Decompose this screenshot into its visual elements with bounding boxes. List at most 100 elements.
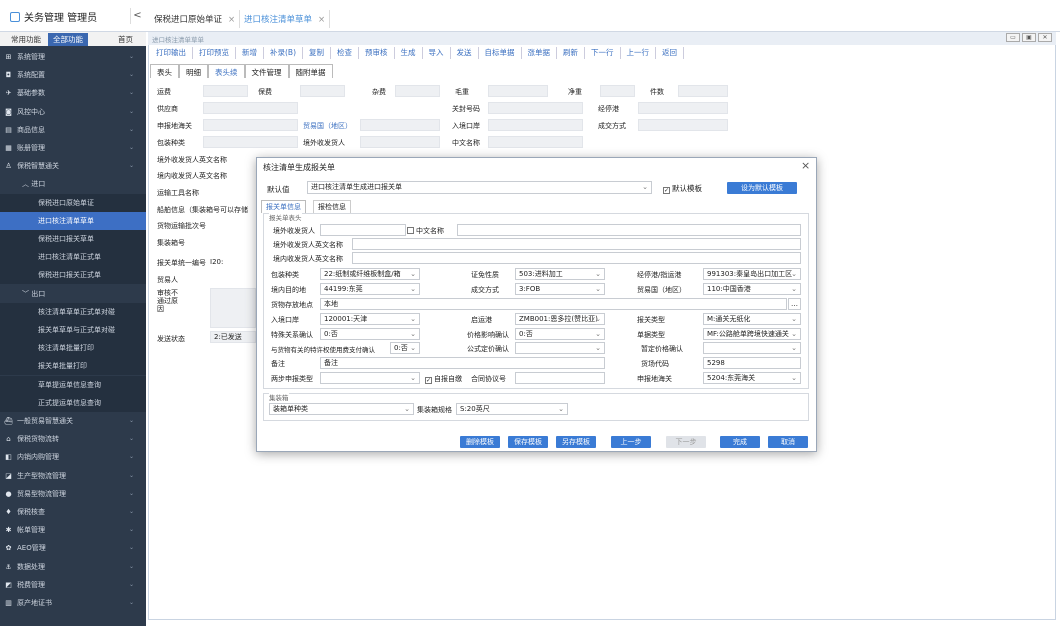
save-template-button[interactable]: 保存模板 [508, 436, 548, 448]
toolbar-button[interactable]: 生成 [395, 47, 423, 59]
sidebar-subitem[interactable]: 保税进口报关正式单 [0, 266, 146, 285]
decl-type-select[interactable]: M:通关无纸化 ⌄ [703, 313, 801, 325]
depart-select[interactable]: ZMB001:恩多拉(赞比亚) ⌄ [515, 313, 605, 325]
sidebar-subitem[interactable]: 正式提运单信息查询 [0, 393, 146, 412]
pieces-field[interactable] [678, 85, 728, 97]
tab-common[interactable]: 常用功能 [6, 33, 46, 46]
sidebar-item[interactable]: ✿ AEO管理 ⌄ [0, 539, 146, 557]
port-select[interactable]: 120001:天津 ⌄ [320, 313, 420, 325]
cn-name-checkbox[interactable]: 中文名称 [407, 226, 444, 236]
sidebar-item[interactable]: ⌂ 保税货物流转 ⌄ [0, 430, 146, 448]
price-select[interactable]: 0:否 ⌄ [515, 328, 605, 340]
net-field[interactable] [600, 85, 635, 97]
prev-step-button[interactable]: 上一步 [611, 436, 651, 448]
storage-field[interactable]: 本地 [320, 298, 787, 310]
decl-customs-field[interactable] [203, 119, 298, 131]
sidebar-group-export[interactable]: ﹀ 出口 [0, 285, 146, 303]
stop-port-field[interactable] [638, 102, 728, 114]
sidebar-item[interactable]: ◩ 税费管理 ⌄ [0, 576, 146, 594]
sidebar-item[interactable]: ♙ 保税智慧通关 ⌄ [0, 157, 146, 175]
sidebar-subitem[interactable]: 进口核注清单草单 [0, 211, 146, 230]
overseas-en-field[interactable] [352, 238, 801, 250]
trade-country-select[interactable]: 110:中国香港 ⌄ [703, 283, 801, 295]
sidebar-subitem[interactable]: 核注清单草单正式单对碰 [0, 302, 146, 321]
goods-code-field[interactable]: 5298 [703, 357, 801, 369]
sidebar-subitem[interactable]: 草单提运单信息查询 [0, 375, 146, 394]
overseas-consignor-field[interactable] [360, 136, 440, 148]
pack-type-field[interactable] [203, 136, 298, 148]
form-tab[interactable]: 随附单据 [288, 64, 333, 78]
sidebar-subitem[interactable]: 进口核注清单正式单 [0, 248, 146, 267]
toolbar-button[interactable]: 检查 [331, 47, 359, 59]
minimize-icon[interactable]: ▭ [1006, 33, 1020, 42]
save-as-template-button[interactable]: 另存模板 [556, 436, 596, 448]
sidebar-item[interactable]: ⊞ 系统管理 ⌄ [0, 48, 146, 66]
set-default-button[interactable]: 设为默认模板 [727, 182, 797, 194]
misc-field[interactable] [395, 85, 440, 97]
tab-all[interactable]: 全部功能 [48, 32, 88, 46]
toolbar-button[interactable]: 返回 [656, 47, 684, 59]
sidebar-item[interactable]: ⚓ 数据处理 ⌄ [0, 558, 146, 576]
send-status-field[interactable]: 2:已发送 [210, 331, 256, 343]
cn-name-field[interactable] [457, 224, 801, 236]
toolbar-button[interactable]: 新增 [236, 47, 264, 59]
delete-template-button[interactable]: 删除模板 [460, 436, 500, 448]
close-icon[interactable]: × [228, 15, 235, 25]
next-step-button[interactable]: 下一步 [666, 436, 706, 448]
deal-select[interactable]: 3:FOB ⌄ [515, 283, 605, 295]
sidebar-subitem[interactable]: 报关单草单与正式单对碰 [0, 321, 146, 339]
tab-original-docs[interactable]: 保税进口原始单证 × [150, 10, 241, 28]
cn-name-field[interactable] [488, 136, 583, 148]
sidebar-subitem[interactable]: 保税进口原始单证 [0, 193, 146, 212]
toolbar-button[interactable]: 上一行 [621, 47, 656, 59]
container-spec-select[interactable]: S:20英尺 ⌄ [456, 403, 568, 415]
collapse-sidebar-button[interactable]: < [130, 8, 144, 24]
sidebar-item[interactable]: ✈ 基础参数 ⌄ [0, 84, 146, 102]
close-window-icon[interactable]: ✕ [1038, 33, 1052, 42]
toolbar-button[interactable]: 补录(B) [264, 47, 303, 59]
contract-field[interactable] [515, 372, 605, 384]
toolbar-button[interactable]: 刷新 [557, 47, 585, 59]
customs-no-field[interactable] [488, 102, 583, 114]
sidebar-item[interactable]: ▦ 账册管理 ⌄ [0, 139, 146, 157]
sidebar-item[interactable]: ◧ 内销内购管理 ⌄ [0, 448, 146, 466]
deal-mode-field[interactable] [638, 119, 728, 131]
remark-field[interactable]: 备注 [320, 357, 605, 369]
special-select[interactable]: 0:否 ⌄ [320, 328, 420, 340]
sidebar-subitem[interactable]: 报关单批量打印 [0, 357, 146, 376]
sidebar-item[interactable]: ▥ 原产地证书 ⌄ [0, 594, 146, 612]
domestic-en-field[interactable] [352, 252, 801, 264]
form-tab[interactable]: 明细 [179, 64, 208, 78]
tab-draft-list[interactable]: 进口核注清单草单 × [240, 10, 331, 28]
self-check-checkbox[interactable]: ✓ 自报自缴 [425, 374, 462, 384]
form-tab[interactable]: 表头续 [208, 64, 245, 78]
form-type-select[interactable]: MF:公路舱单跨境快速通关 ⌄ [703, 328, 801, 340]
pack-type-select[interactable]: 22:纸制或纤维板制盒/箱 ⌄ [320, 268, 420, 280]
toolbar-button[interactable]: 打印预览 [193, 47, 236, 59]
decl-customs-select[interactable]: 5204:东莞海关 ⌄ [703, 372, 801, 384]
default-select[interactable]: 进口核注清单生成进口报关单 ⌄ [307, 181, 652, 194]
royalty-select[interactable]: 0:否 ⌄ [390, 342, 420, 354]
toolbar-button[interactable]: 下一行 [585, 47, 621, 59]
sidebar-subitem[interactable]: 保税进口报关草单 [0, 230, 146, 248]
toolbar-button[interactable]: 打印输出 [150, 47, 193, 59]
insurance-field[interactable] [300, 85, 345, 97]
dest-select[interactable]: 44199:东莞 ⌄ [320, 283, 420, 295]
sidebar-item[interactable]: ◘ 系统配置 ⌄ [0, 66, 146, 84]
sidebar-item[interactable]: ♦ 保税核查 ⌄ [0, 503, 146, 521]
sidebar-item[interactable]: ⛴ 一般贸易智慧通关 ⌄ [0, 412, 146, 430]
form-tab[interactable]: 文件管理 [244, 64, 289, 78]
default-template-checkbox[interactable]: ✓ 默认模板 [663, 183, 702, 194]
sidebar-group-import[interactable]: ︿ 进口 [0, 175, 146, 193]
trade-country-field[interactable] [360, 119, 440, 131]
toolbar-button[interactable]: 预审核 [359, 47, 395, 59]
tab-inspect-info[interactable]: 报检信息 [313, 200, 351, 213]
container-type-select[interactable]: 装箱单种类 ⌄ [269, 403, 414, 415]
sidebar-subitem[interactable]: 核注清单批量打印 [0, 339, 146, 358]
cancel-button[interactable]: 取消 [768, 436, 808, 448]
audit-fail-field[interactable] [210, 288, 256, 328]
supplier-field[interactable] [203, 102, 298, 114]
toolbar-button[interactable]: 发送 [451, 47, 479, 59]
finish-button[interactable]: 完成 [720, 436, 760, 448]
twostep-select[interactable]: ⌄ [320, 372, 420, 384]
